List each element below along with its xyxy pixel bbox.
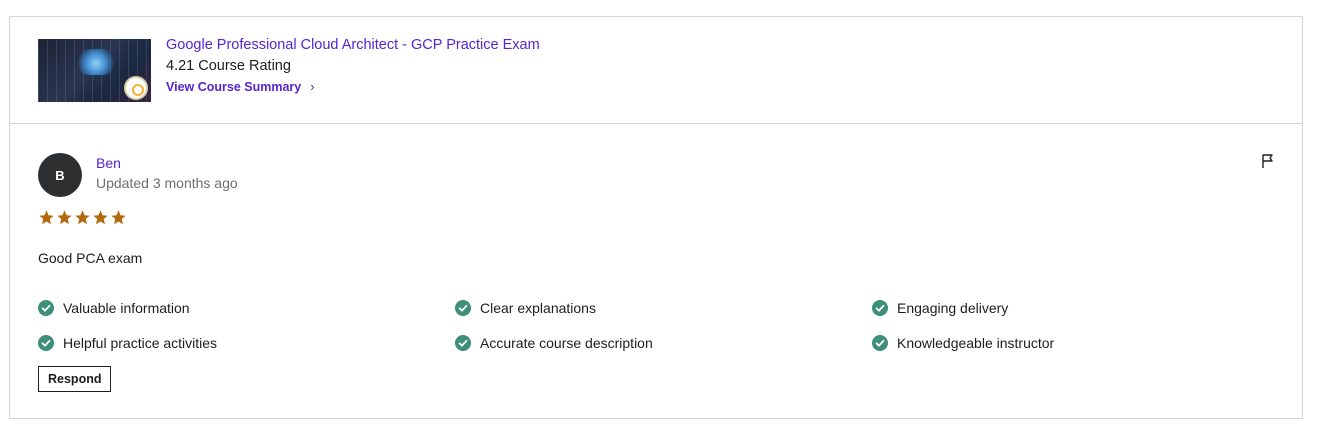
certification-badge-icon bbox=[124, 76, 148, 100]
chevron-right-icon: › bbox=[310, 79, 315, 94]
view-course-summary-label: View Course Summary bbox=[166, 80, 302, 94]
flag-icon[interactable] bbox=[1260, 153, 1276, 169]
feedback-label: Engaging delivery bbox=[897, 300, 1009, 316]
feedback-item: Clear explanations bbox=[455, 300, 596, 316]
feedback-label: Valuable information bbox=[63, 300, 190, 316]
star-icon bbox=[111, 210, 126, 225]
feedback-item: Accurate course description bbox=[455, 335, 653, 351]
check-circle-icon bbox=[455, 335, 471, 351]
feedback-label: Accurate course description bbox=[480, 335, 653, 351]
star-icon bbox=[57, 210, 72, 225]
star-icon bbox=[39, 210, 54, 225]
view-course-summary-link[interactable]: View Course Summary › bbox=[166, 79, 315, 94]
star-icon bbox=[93, 210, 108, 225]
star-rating bbox=[38, 209, 127, 226]
course-thumbnail[interactable] bbox=[38, 39, 151, 102]
feedback-label: Clear explanations bbox=[480, 300, 596, 316]
feedback-item: Knowledgeable instructor bbox=[872, 335, 1054, 351]
check-circle-icon bbox=[872, 300, 888, 316]
respond-button[interactable]: Respond bbox=[38, 366, 112, 392]
course-rating: 4.21 Course Rating bbox=[166, 58, 291, 74]
updated-timestamp: Updated 3 months ago bbox=[96, 175, 238, 191]
check-circle-icon bbox=[38, 335, 54, 351]
check-circle-icon bbox=[455, 300, 471, 316]
check-circle-icon bbox=[872, 335, 888, 351]
avatar: B bbox=[38, 153, 82, 197]
star-icon bbox=[75, 210, 90, 225]
feedback-item: Helpful practice activities bbox=[38, 335, 217, 351]
check-circle-icon bbox=[38, 300, 54, 316]
review-card: Google Professional Cloud Architect - GC… bbox=[9, 16, 1303, 419]
review-text: Good PCA exam bbox=[38, 250, 143, 266]
feedback-item: Valuable information bbox=[38, 300, 190, 316]
feedback-item: Engaging delivery bbox=[872, 300, 1008, 316]
course-title[interactable]: Google Professional Cloud Architect - GC… bbox=[166, 37, 540, 53]
feedback-label: Knowledgeable instructor bbox=[897, 335, 1055, 351]
reviewer-name[interactable]: Ben bbox=[96, 155, 121, 171]
course-header: Google Professional Cloud Architect - GC… bbox=[10, 17, 1302, 124]
cloud-icon bbox=[76, 49, 116, 75]
feedback-label: Helpful practice activities bbox=[63, 335, 218, 351]
